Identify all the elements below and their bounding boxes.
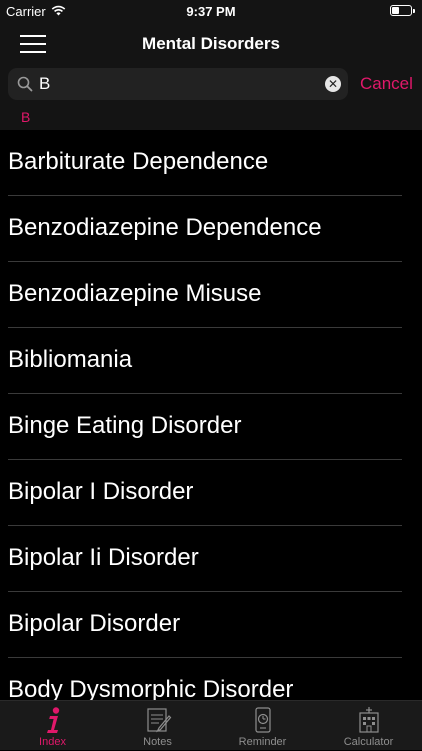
list-item-label: Bibliomania (8, 346, 133, 373)
tab-label: Reminder (238, 736, 287, 748)
list-item-label: Bipolar I Disorder (8, 478, 194, 505)
tab-index[interactable]: Index (0, 701, 105, 751)
battery-icon (390, 5, 415, 16)
list-item-label: Benzodiazepine Dependence (8, 214, 322, 241)
list-item[interactable]: Benzodiazepine Dependence (0, 196, 422, 262)
tab-label: Calculator (343, 736, 394, 748)
results-list: Barbiturate Dependence Benzodiazepine De… (0, 130, 422, 700)
search-box[interactable]: ✕ (8, 68, 348, 100)
section-index-letter: B (21, 109, 31, 125)
navigation-bar: Mental Disorders (0, 22, 422, 66)
search-icon (17, 76, 33, 92)
list-item[interactable]: Bipolar Ii Disorder (0, 526, 422, 592)
clear-search-icon[interactable]: ✕ (325, 76, 341, 92)
tab-label: Index (39, 736, 66, 748)
tab-notes[interactable]: Notes (105, 701, 210, 751)
list-item-label: Barbiturate Dependence (8, 148, 269, 175)
tab-calculator[interactable]: Calculator (315, 701, 422, 751)
list-item[interactable]: Bibliomania (0, 328, 422, 394)
list-item-label: Binge Eating Disorder (8, 412, 242, 439)
tab-label: Notes (143, 736, 172, 748)
list-item-label: Bipolar Ii Disorder (8, 544, 199, 571)
reminder-icon (254, 707, 271, 733)
list-item-label: Benzodiazepine Misuse (8, 280, 262, 307)
calculator-icon (358, 707, 379, 733)
status-bar: Carrier 9:37 PM (0, 0, 422, 22)
list-item[interactable]: Benzodiazepine Misuse (0, 262, 422, 328)
list-item[interactable]: Barbiturate Dependence (0, 130, 422, 196)
notes-icon (146, 708, 171, 733)
clock-time: 9:37 PM (186, 4, 236, 19)
cancel-button[interactable]: Cancel (360, 74, 413, 94)
tab-reminder[interactable]: Reminder (210, 701, 315, 751)
list-item-label: Bipolar Disorder (8, 610, 181, 637)
tab-bar: Index Notes Reminder Calculator (0, 700, 422, 750)
list-item[interactable]: Bipolar Disorder (0, 592, 422, 658)
list-item[interactable]: Body Dysmorphic Disorder (0, 658, 422, 700)
info-icon (46, 707, 59, 733)
list-item[interactable]: Binge Eating Disorder (0, 394, 422, 460)
page-title: Mental Disorders (142, 34, 280, 53)
list-item-label: Body Dysmorphic Disorder (8, 676, 294, 700)
list-item[interactable]: Bipolar I Disorder (0, 460, 422, 526)
search-area: ✕ Cancel B (0, 66, 422, 130)
search-input[interactable] (39, 68, 319, 100)
